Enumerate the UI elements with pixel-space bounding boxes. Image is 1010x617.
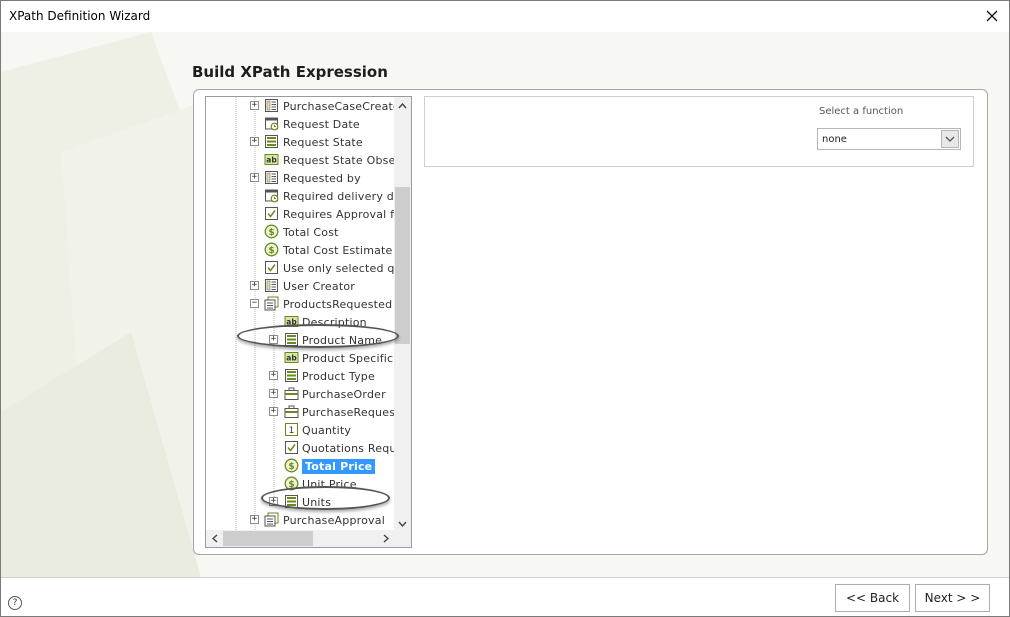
back-button[interactable]: << Back	[835, 584, 910, 612]
expand-icon[interactable]: +	[269, 371, 278, 380]
money-icon: $	[284, 458, 299, 473]
money-icon: $	[264, 224, 279, 239]
svg-text:ab: ab	[266, 156, 277, 165]
tree-node-label[interactable]: Product Type	[302, 369, 375, 384]
tree-node-label[interactable]: Requested by	[283, 171, 361, 186]
expand-icon[interactable]: +	[250, 101, 259, 110]
tree-node-label[interactable]: PurchaseCaseCreato	[283, 99, 400, 114]
tree-node-label[interactable]: User Creator	[283, 279, 355, 294]
scroll-up-arrow[interactable]	[394, 97, 411, 114]
text-icon: ab	[284, 350, 299, 365]
svg-text:1: 1	[289, 426, 295, 436]
entity-icon	[264, 170, 279, 185]
svg-text:ab: ab	[286, 354, 297, 363]
svg-text:$: $	[288, 462, 294, 472]
expand-icon[interactable]: +	[269, 407, 278, 416]
xpath-builder-panel: + PurchaseCaseCreato Request Date + Request …	[193, 89, 988, 555]
chevron-right-icon	[383, 534, 389, 543]
page-title: Build XPath Expression	[192, 63, 388, 81]
collection-icon	[264, 512, 279, 527]
expand-icon[interactable]: +	[269, 389, 278, 398]
tree-node-label[interactable]: PurchaseApproval	[283, 513, 385, 528]
collapse-icon[interactable]: −	[250, 299, 259, 308]
expand-icon[interactable]: +	[250, 515, 259, 524]
tree-vertical-scrollbar[interactable]	[394, 97, 411, 532]
expand-icon[interactable]: +	[250, 173, 259, 182]
highlight-ring-products-requested	[237, 324, 399, 348]
text-icon: ab	[264, 152, 279, 167]
vertical-scroll-thumb[interactable]	[395, 187, 410, 344]
collection-icon	[264, 296, 279, 311]
tree-node-label[interactable]: Required delivery da	[283, 189, 401, 204]
horizontal-scroll-thumb[interactable]	[223, 531, 313, 546]
entity-icon	[264, 278, 279, 293]
function-dropdown-button[interactable]	[941, 130, 959, 148]
entity-icon	[264, 98, 279, 113]
date-icon	[264, 188, 279, 203]
chevron-down-icon	[945, 136, 955, 142]
tree-node-label[interactable]: PurchaseOrder	[302, 387, 386, 402]
wizard-window: XPath Definition Wizard Build XPath Expr…	[0, 0, 1010, 617]
close-button[interactable]	[979, 3, 1005, 29]
tree-node-label[interactable]: Request State Obser	[283, 153, 400, 168]
wizard-footer: ? << Back Next > >	[1, 577, 1009, 616]
list-icon	[264, 134, 279, 149]
tree-node-label[interactable]: Total Cost Estimate	[283, 243, 393, 258]
window-title: XPath Definition Wizard	[9, 9, 151, 23]
chevron-up-icon	[398, 102, 407, 108]
tree-node-label[interactable]: PurchaseRequest	[302, 405, 400, 420]
tree-node-label[interactable]: Request Date	[283, 117, 360, 132]
chevron-down-icon	[398, 521, 407, 527]
function-label: Select a function	[819, 106, 904, 117]
next-button[interactable]: Next > >	[915, 584, 990, 612]
tree-node-label[interactable]: Product Specifica	[302, 351, 400, 366]
wizard-content: Build XPath Expression + PurchaseCaseCrea…	[1, 32, 1009, 577]
tree-node-label[interactable]: Quantity	[302, 423, 351, 438]
expand-icon[interactable]: +	[250, 281, 259, 290]
function-panel: Select a function none	[424, 96, 974, 167]
money-icon: $	[264, 242, 279, 257]
checkbox-icon	[264, 260, 279, 275]
highlight-ring-total-price	[261, 486, 390, 510]
checkbox-icon	[284, 440, 299, 455]
chevron-left-icon	[211, 534, 217, 543]
tree-node-label[interactable]: Total Price	[302, 459, 376, 474]
tree-node-label[interactable]: Request State	[283, 135, 363, 150]
list-icon	[284, 368, 299, 383]
expand-icon[interactable]: +	[250, 137, 259, 146]
title-bar: XPath Definition Wizard	[1, 1, 1009, 32]
svg-text:$: $	[268, 246, 274, 256]
help-icon[interactable]: ?	[8, 596, 22, 610]
scroll-right-arrow[interactable]	[377, 530, 394, 547]
svg-text:$: $	[268, 228, 274, 238]
function-select-value: none	[822, 134, 847, 145]
checkbox-icon	[264, 206, 279, 221]
tree-node-label[interactable]: Quotations Requ	[302, 441, 397, 456]
date-icon	[264, 116, 279, 131]
briefcase-icon	[284, 386, 299, 401]
tree-node-label[interactable]: Use only selected qu	[283, 261, 402, 276]
number-icon: 1	[284, 422, 299, 437]
close-icon	[986, 10, 998, 22]
tree-node-label[interactable]: ProductsRequested	[283, 297, 392, 312]
briefcase-icon	[284, 404, 299, 419]
field-tree: + PurchaseCaseCreato Request Date + Request …	[205, 96, 412, 548]
function-select[interactable]: none	[817, 128, 961, 150]
tree-node-label[interactable]: Total Cost	[283, 225, 339, 240]
tree-node-label[interactable]: Requires Approval fo	[283, 207, 401, 222]
tree-horizontal-scrollbar[interactable]	[206, 530, 411, 547]
scroll-left-arrow[interactable]	[206, 530, 223, 547]
